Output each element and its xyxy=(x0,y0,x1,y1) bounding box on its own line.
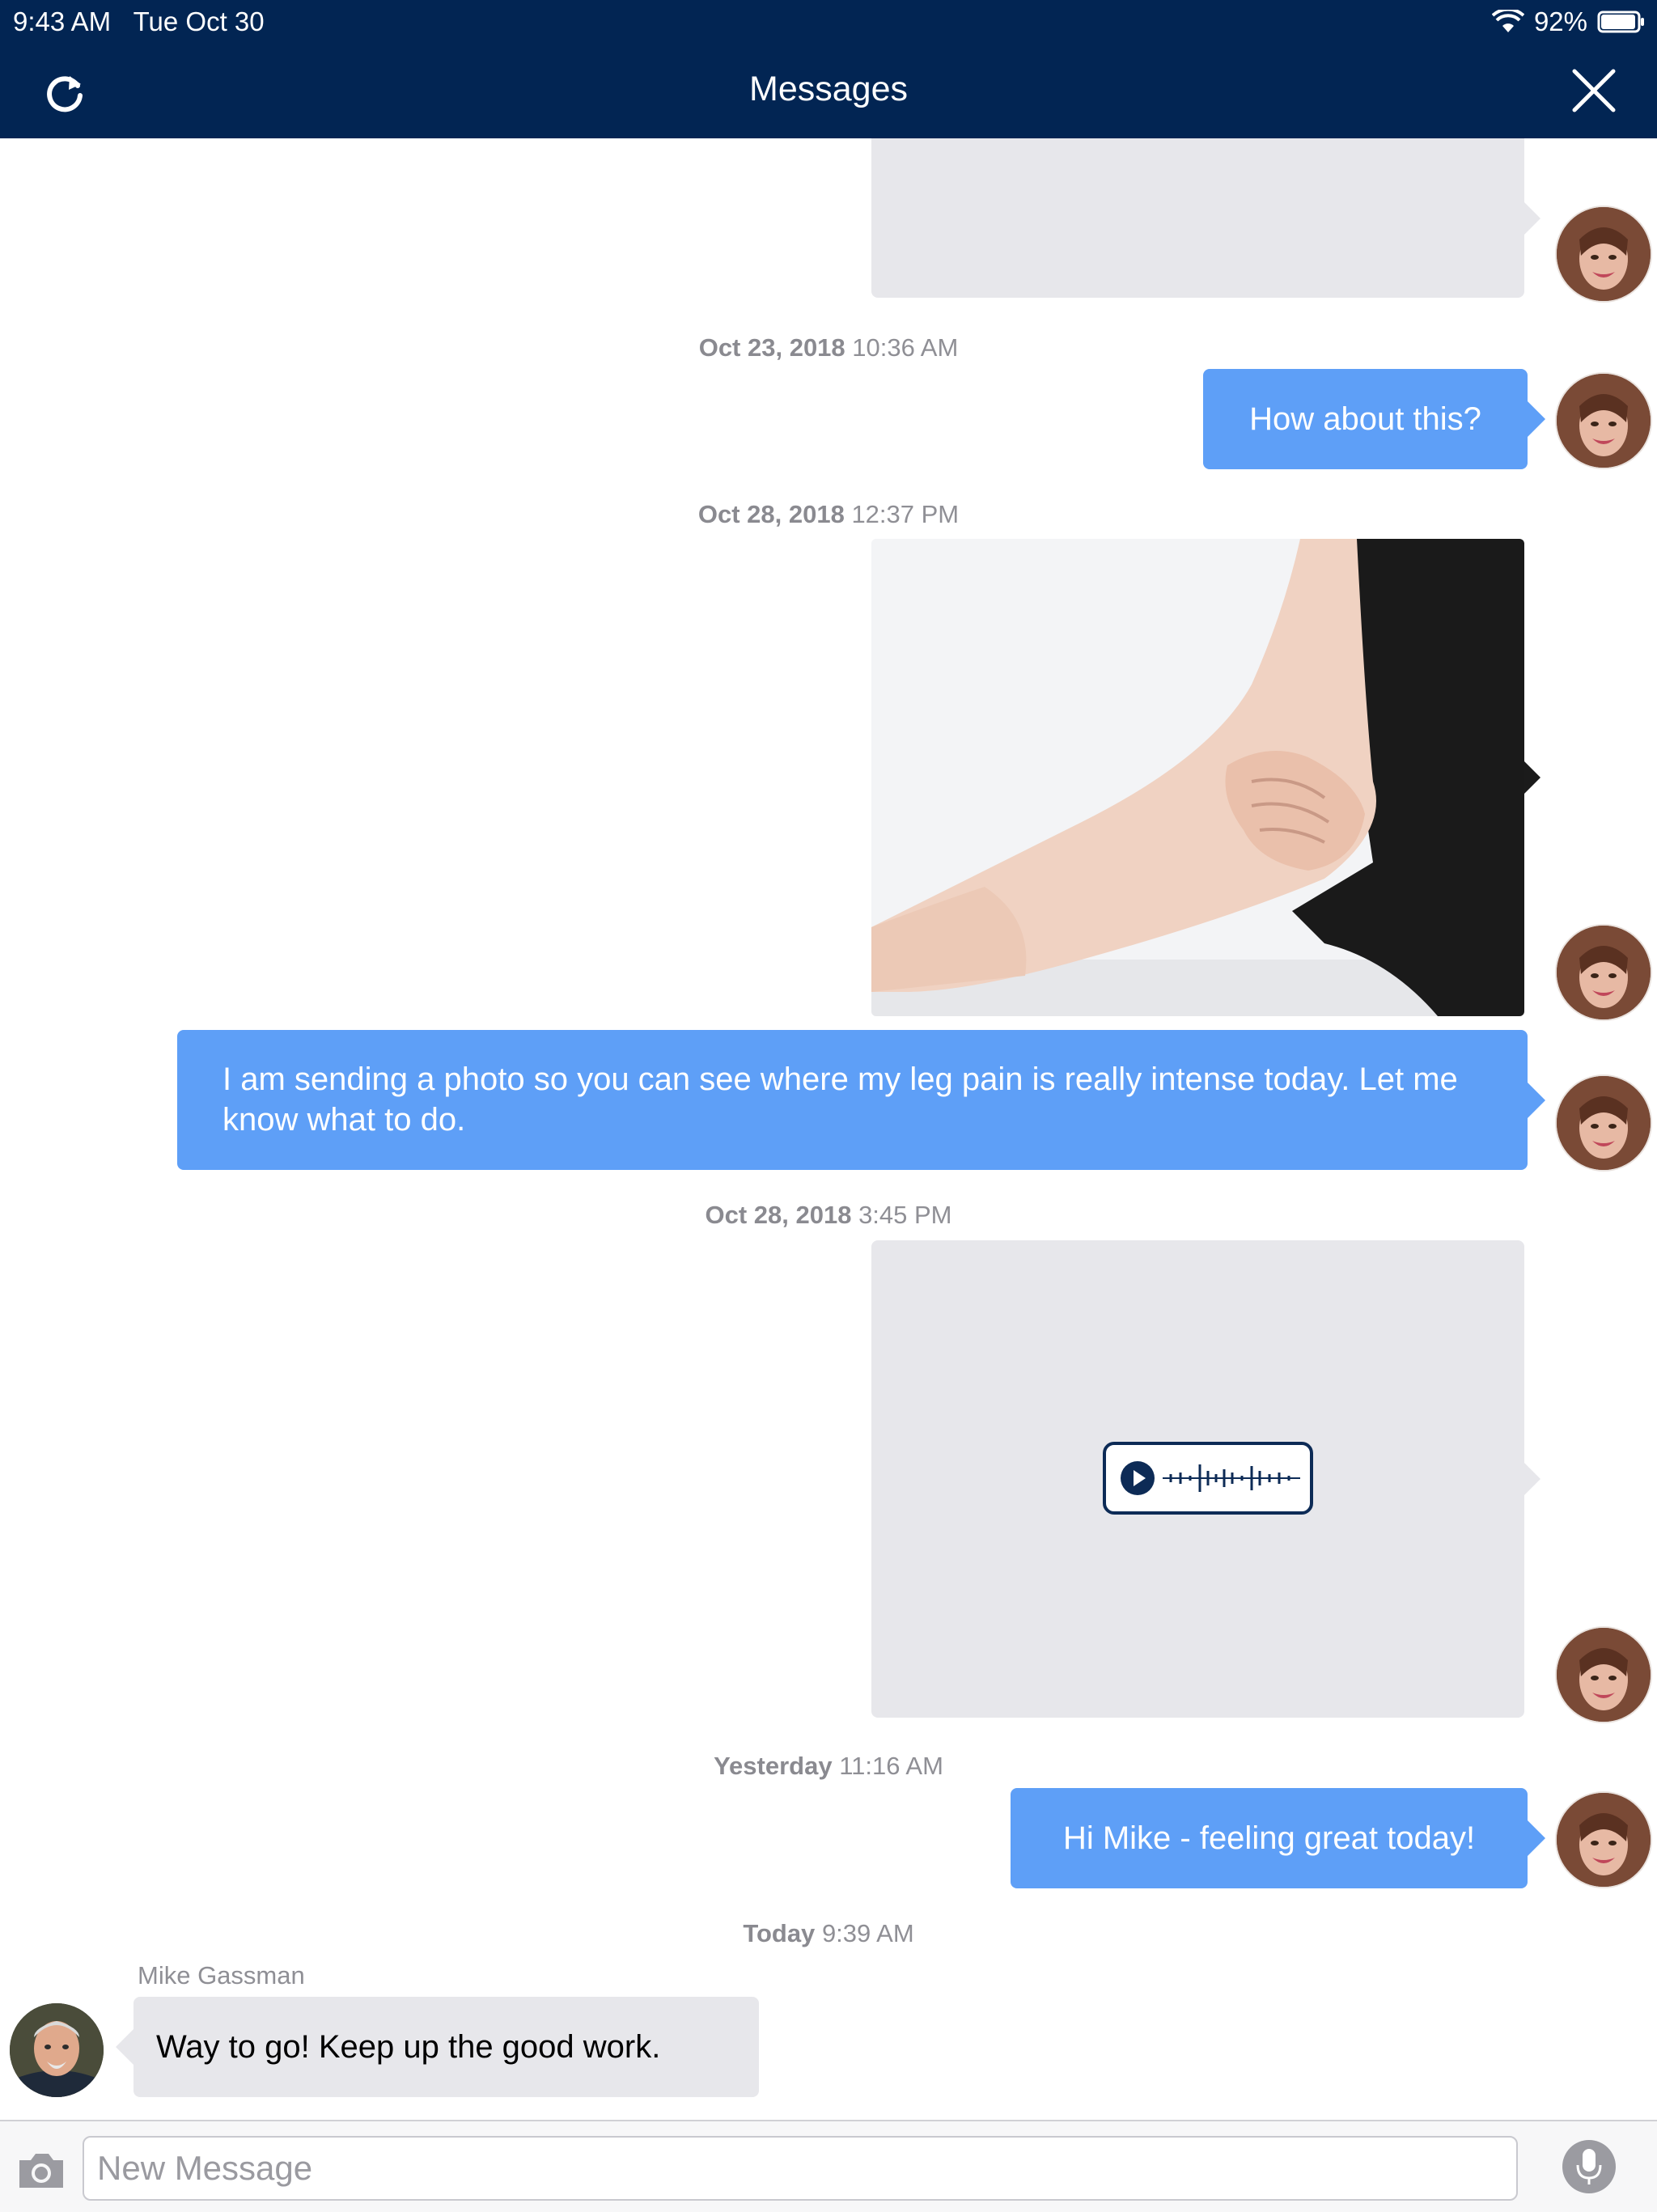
avatar xyxy=(1557,926,1651,1019)
timestamp: Oct 23, 2018 10:36 AM xyxy=(698,333,959,362)
timestamp: Oct 28, 2018 3:45 PM xyxy=(705,1201,952,1229)
waveform-icon xyxy=(1163,1464,1300,1492)
avatar xyxy=(10,2003,104,2097)
app-header: 9:43 AM Tue Oct 30 92% Messages xyxy=(0,0,1657,138)
outgoing-message[interactable]: How about this? xyxy=(1203,369,1545,469)
avatar xyxy=(1557,1628,1651,1722)
new-message-input[interactable] xyxy=(83,2136,1518,2201)
play-icon[interactable] xyxy=(1119,1460,1156,1497)
status-time: 9:43 AM xyxy=(13,6,112,36)
avatar xyxy=(1557,374,1651,468)
camera-icon[interactable] xyxy=(16,2149,66,2191)
timestamp: Today 9:39 AM xyxy=(743,1919,914,1947)
timestamp: Oct 28, 2018 12:37 PM xyxy=(697,500,960,528)
avatar xyxy=(1557,207,1651,301)
leg-photo xyxy=(871,539,1524,1016)
photo-attachment[interactable] xyxy=(871,539,1540,1016)
message-text: How about this? xyxy=(1249,400,1481,437)
avatar xyxy=(1557,1793,1651,1887)
microphone-icon[interactable] xyxy=(1562,2139,1617,2194)
attachment-bubble[interactable] xyxy=(871,138,1540,298)
status-date: Tue Oct 30 xyxy=(133,6,265,36)
battery-percent: 92% xyxy=(1533,6,1587,36)
message-text: Way to go! Keep up the good work. xyxy=(156,2028,661,2065)
avatar xyxy=(1557,1076,1651,1170)
timestamp: Yesterday 11:16 AM xyxy=(714,1752,943,1780)
close-icon[interactable] xyxy=(1570,66,1618,115)
incoming-message[interactable]: Way to go! Keep up the good work. xyxy=(116,1997,759,2097)
message-text: Hi Mike - feeling great today! xyxy=(1062,1820,1476,1856)
battery-icon xyxy=(1597,11,1644,33)
message-text: I am sending a photo so you can see wher… xyxy=(222,1062,1458,1138)
wifi-icon xyxy=(1491,10,1524,32)
sender-name: Mike Gassman xyxy=(138,1961,305,1990)
audio-player[interactable] xyxy=(1103,1442,1313,1515)
outgoing-message[interactable]: Hi Mike - feeling great today! xyxy=(1011,1788,1545,1888)
audio-attachment[interactable] xyxy=(871,1240,1540,1718)
status-bar-left: 9:43 AM Tue Oct 30 xyxy=(13,6,265,37)
page-title: Messages xyxy=(749,70,908,108)
outgoing-message[interactable]: I am sending a photo so you can see wher… xyxy=(177,1030,1545,1170)
status-bar-right: 92% xyxy=(1491,6,1646,37)
